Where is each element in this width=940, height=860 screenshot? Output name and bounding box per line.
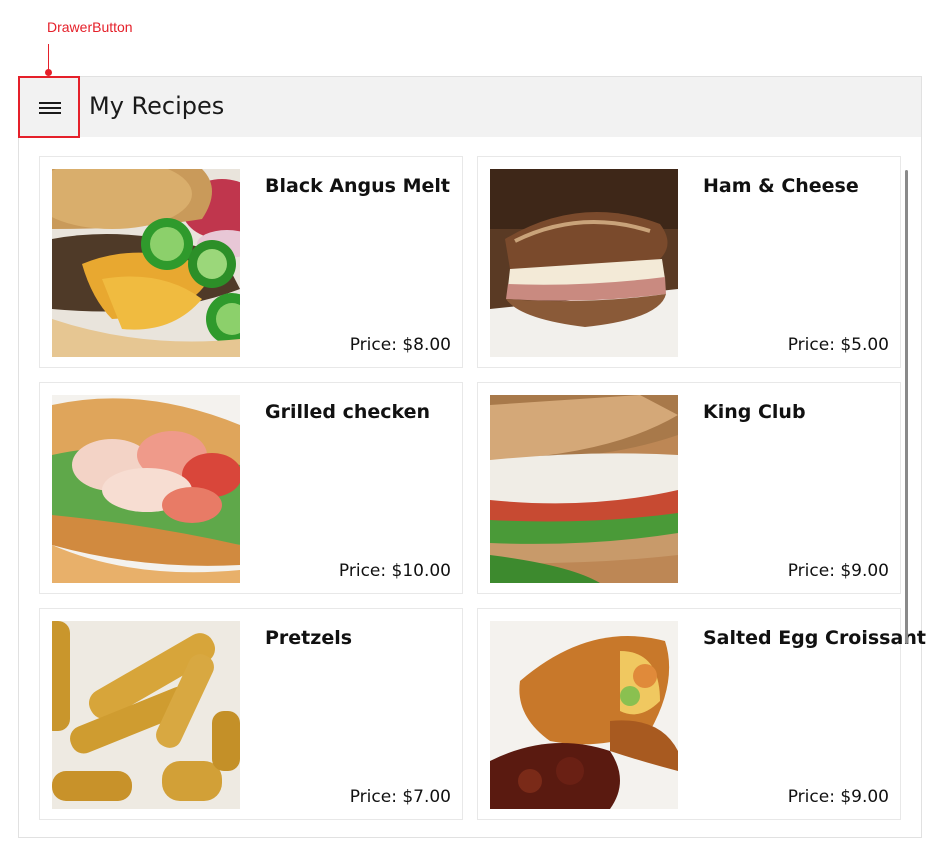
recipe-card[interactable]: Grilled checken Price: $10.00	[39, 382, 463, 594]
recipe-name: Black Angus Melt	[265, 175, 450, 197]
club-sandwich-image	[490, 395, 678, 583]
drawer-button[interactable]	[18, 76, 80, 138]
recipe-price: Price: $9.00	[787, 787, 889, 807]
burger-image	[52, 169, 240, 357]
recipe-price: Price: $10.00	[338, 561, 451, 581]
hamburger-menu-icon	[39, 102, 61, 114]
recipe-name: Ham & Cheese	[703, 175, 859, 197]
recipe-price: Price: $9.00	[787, 561, 889, 581]
title-bar: My Recipes	[19, 77, 921, 137]
recipe-price: Price: $8.00	[349, 335, 451, 355]
recipe-name: Salted Egg Croissant	[703, 627, 926, 649]
recipe-card[interactable]: King Club Price: $9.00	[477, 382, 901, 594]
pretzel-sticks-image	[52, 621, 240, 809]
recipe-name: Grilled checken	[265, 401, 431, 423]
recipe-name: King Club	[703, 401, 806, 423]
callout-dot	[45, 69, 52, 76]
recipe-card[interactable]: Pretzels Price: $7.00	[39, 608, 463, 820]
callout-line	[48, 44, 49, 72]
vertical-scrollbar[interactable]	[905, 170, 908, 644]
recipe-price: Price: $5.00	[787, 335, 889, 355]
recipe-price: Price: $7.00	[349, 787, 451, 807]
recipe-name: Pretzels	[265, 627, 353, 649]
recipe-card[interactable]: Black Angus Melt Price: $8.00	[39, 156, 463, 368]
sandwich-image	[490, 169, 678, 357]
croissant-image	[490, 621, 678, 809]
drawer-button-callout-label: DrawerButton	[47, 19, 133, 35]
recipe-card[interactable]: Salted Egg Croissant Price: $9.00	[477, 608, 926, 820]
page-title: My Recipes	[89, 92, 225, 120]
lobster-roll-image	[52, 395, 240, 583]
recipe-card[interactable]: Ham & Cheese Price: $5.00	[477, 156, 901, 368]
app-window: My Recipes Black Angus Melt Price: $8.00…	[18, 76, 926, 838]
